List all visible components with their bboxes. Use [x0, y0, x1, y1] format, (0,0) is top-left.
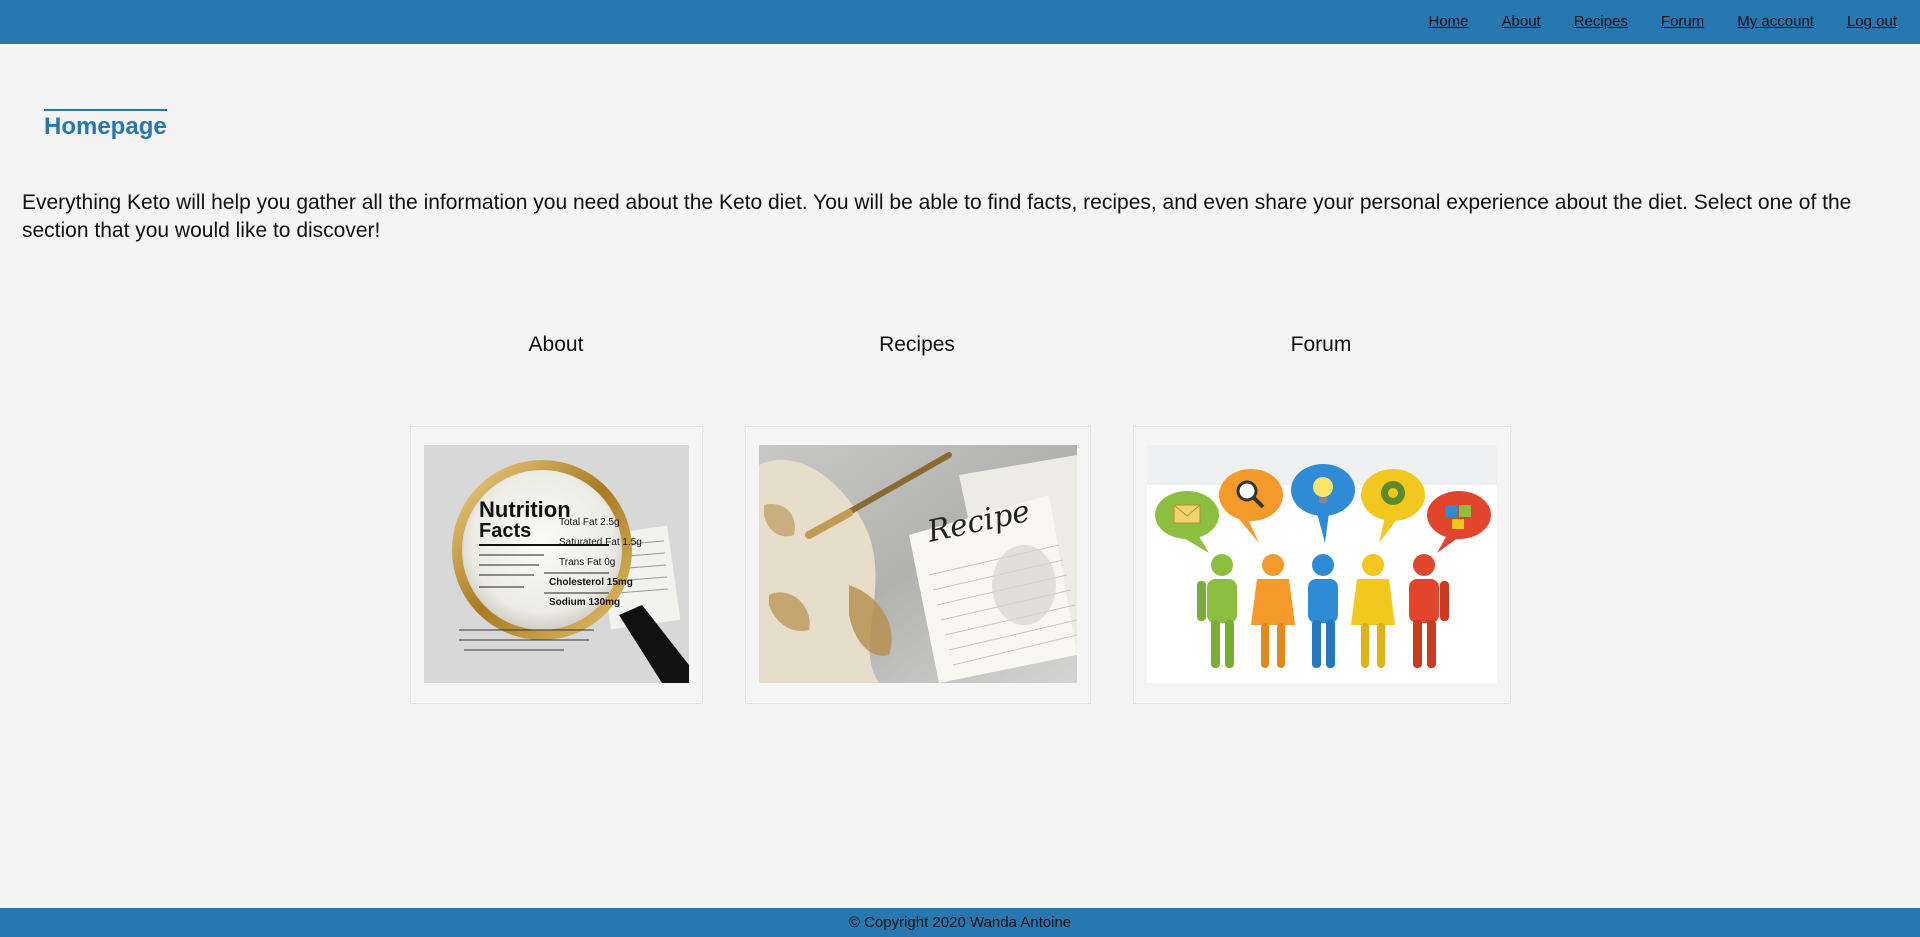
- nav-my-account-link[interactable]: My account: [1737, 13, 1814, 30]
- intro-text: Everything Keto will help you gather all…: [22, 191, 1852, 242]
- forum-card-link[interactable]: [1134, 427, 1510, 703]
- recipe-card-image: Recipe: [759, 445, 1077, 685]
- facts-title-text: Facts: [479, 520, 531, 542]
- section-label-forum: Forum: [1290, 333, 1352, 356]
- nutrition-title-text: Nutrition: [479, 497, 571, 522]
- nav-about-link[interactable]: About: [1502, 13, 1541, 30]
- section-label-recipes: Recipes: [879, 333, 955, 356]
- about-card-link[interactable]: Nutrition Facts Total Fat 2.5g Saturated…: [411, 427, 702, 703]
- nutrition-row-4: Cholesterol 15mg: [549, 577, 633, 588]
- magnifier-nutrition-facts-image: Nutrition Facts Total Fat 2.5g Saturated…: [424, 445, 689, 685]
- top-navigation-bar: Home About Recipes Forum My account Log …: [0, 0, 1920, 44]
- main-nav: Home About Recipes Forum My account Log …: [1428, 13, 1897, 30]
- section-label-about: About: [528, 333, 584, 356]
- nutrition-row-1: Total Fat 2.5g: [559, 517, 620, 528]
- recipes-card-link[interactable]: Recipe: [746, 427, 1090, 703]
- copyright-text: © Copyright 2020 Wanda Antoine: [848, 914, 1072, 931]
- nutrition-row-2: Saturated Fat 1.5g: [559, 537, 642, 548]
- footer: © Copyright 2020 Wanda Antoine: [0, 908, 1920, 937]
- nav-recipes-link[interactable]: Recipes: [1574, 13, 1628, 30]
- nav-forum-link[interactable]: Forum: [1661, 13, 1704, 30]
- nutrition-row-3: Trans Fat 0g: [559, 557, 615, 568]
- nav-logout-link[interactable]: Log out: [1847, 13, 1897, 30]
- page-title: Homepage: [44, 109, 167, 141]
- people-speech-bubbles-image: [1147, 445, 1497, 685]
- nav-home-link[interactable]: Home: [1428, 13, 1468, 30]
- nutrition-row-5: Sodium 130mg: [549, 597, 620, 608]
